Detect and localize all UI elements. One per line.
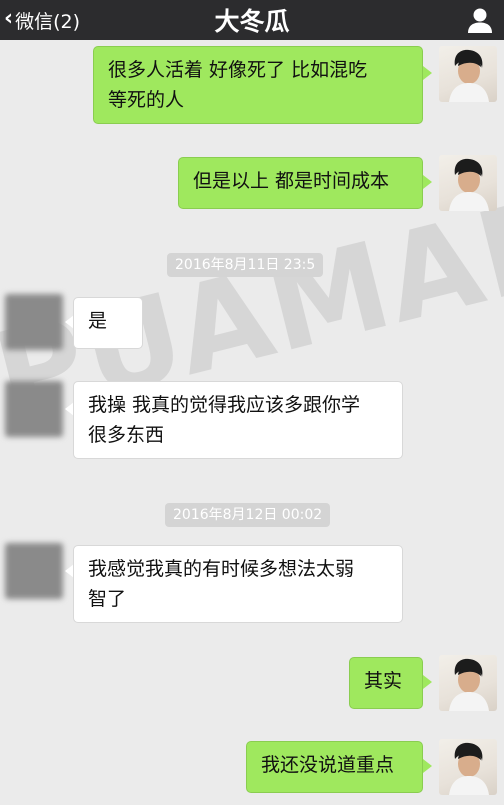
timestamp: 2016年8月11日 23:5 [167, 253, 324, 277]
message-line: 但是以上 都是时间成本 [193, 170, 390, 192]
bubble-tail [423, 759, 432, 773]
message-bubble[interactable]: 但是以上 都是时间成本 [178, 157, 423, 209]
my-avatar[interactable] [439, 46, 497, 102]
message-line: 我还没说道重点 [261, 754, 395, 776]
my-avatar[interactable] [439, 155, 497, 211]
avatar-photo-icon [449, 49, 489, 102]
bubble-tail [423, 175, 432, 189]
back-label: 微信(2) [15, 10, 80, 33]
bubble-tail [423, 675, 432, 689]
friend-avatar[interactable] [5, 543, 63, 599]
message-bubble[interactable]: 其实 [349, 657, 423, 709]
message-line: 其实 [364, 670, 403, 692]
message-line: 很多东西 [88, 424, 165, 446]
avatar-photo-icon [449, 658, 489, 711]
friend-avatar[interactable] [5, 294, 63, 350]
message-line: 我感觉我真的有时候多想法太弱 [88, 558, 355, 580]
avatar-photo-icon [449, 742, 489, 795]
back-button[interactable]: ‹ 微信(2) [4, 0, 80, 40]
message-bubble[interactable]: 我感觉我真的有时候多想法太弱 智了 [73, 545, 403, 623]
friend-avatar[interactable] [5, 381, 63, 437]
message-line: 智了 [88, 588, 127, 610]
message-bubble[interactable]: 我操 我真的觉得我应该多跟你学 很多东西 [73, 381, 403, 459]
profile-button[interactable] [466, 6, 494, 34]
message-line: 等死的人 [108, 89, 185, 111]
chevron-left-icon: ‹ [4, 6, 14, 31]
message-bubble[interactable]: 我还没说道重点 [246, 741, 423, 793]
timestamp: 2016年8月12日 00:02 [165, 503, 331, 527]
avatar-photo-icon [449, 158, 489, 211]
person-icon [468, 8, 492, 33]
my-avatar[interactable] [439, 655, 497, 711]
message-line: 我操 我真的觉得我应该多跟你学 [88, 394, 361, 416]
message-bubble[interactable]: 是 [73, 297, 143, 349]
chat-header: ‹ 微信(2) 大冬瓜 [0, 0, 504, 40]
bubble-tail [423, 66, 432, 80]
message-line: 是 [88, 310, 108, 332]
message-bubble[interactable]: 很多人活着 好像死了 比如混吃 等死的人 [93, 46, 423, 124]
my-avatar[interactable] [439, 739, 497, 795]
message-line: 很多人活着 好像死了 比如混吃 [108, 59, 368, 81]
